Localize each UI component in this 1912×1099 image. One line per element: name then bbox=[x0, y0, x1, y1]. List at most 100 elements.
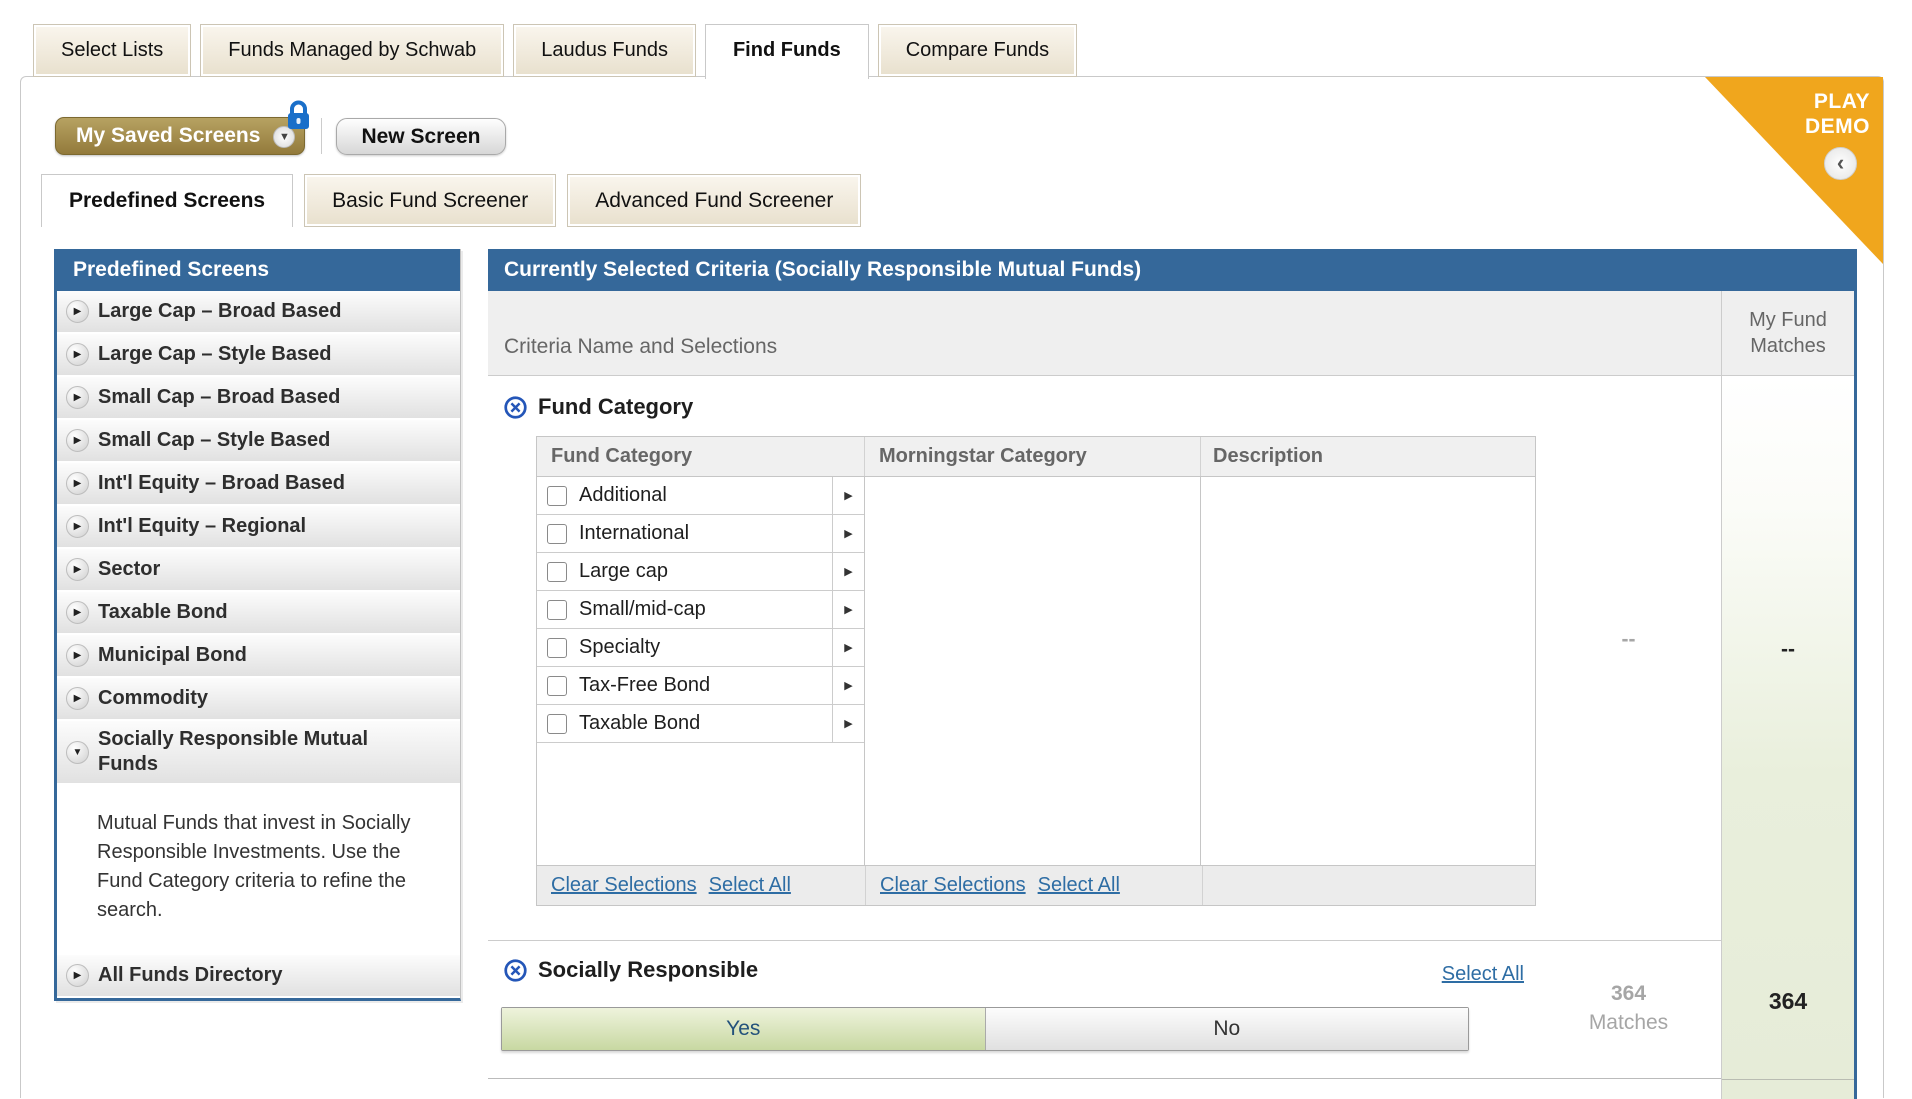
play-demo-banner: PLAY DEMO ‹ bbox=[1705, 77, 1883, 264]
criteria-panel-title: Currently Selected Criteria (Socially Re… bbox=[488, 249, 1854, 291]
expand-arrow-icon[interactable]: ▶ bbox=[66, 472, 89, 495]
expand-arrow-icon[interactable]: ▶ bbox=[66, 300, 89, 323]
option-label: Specialty bbox=[579, 636, 660, 659]
expand-row-arrow-icon[interactable]: ▶ bbox=[832, 705, 864, 742]
expand-row-arrow-icon[interactable]: ▶ bbox=[832, 515, 864, 552]
expand-row-arrow-icon[interactable]: ▶ bbox=[832, 667, 864, 704]
expand-arrow-icon[interactable]: ▶ bbox=[66, 515, 89, 538]
fund-category-options: Additional ▶ International ▶ Large cap bbox=[537, 477, 864, 865]
new-screen-button[interactable]: New Screen bbox=[336, 118, 505, 155]
my-saved-screens-button[interactable]: My Saved Screens ▼ bbox=[55, 117, 305, 155]
my-fund-matches-header: My Fund Matches bbox=[1722, 291, 1854, 376]
select-all-link[interactable]: Select All bbox=[709, 874, 791, 896]
sidebar-item-label: Int'l Equity – Broad Based bbox=[98, 471, 345, 496]
criteria-column-header: Criteria Name and Selections bbox=[488, 291, 1721, 376]
matches-word: Matches bbox=[1589, 1011, 1668, 1034]
socially-responsible-toggle: Yes No bbox=[501, 1007, 1469, 1051]
fund-category-matches-preview: -- bbox=[1536, 628, 1721, 652]
yes-option[interactable]: Yes bbox=[502, 1008, 985, 1050]
sidebar-item-label: Large Cap – Broad Based bbox=[98, 299, 341, 324]
expand-row-arrow-icon[interactable]: ▶ bbox=[832, 591, 864, 628]
sidebar-item-taxable-bond[interactable]: ▶ Taxable Bond bbox=[57, 592, 460, 635]
option-row-large-cap: Large cap ▶ bbox=[537, 553, 864, 591]
my-fund-matches-values: -- 364 bbox=[1722, 376, 1854, 1099]
sidebar-item-large-cap-style[interactable]: ▶ Large Cap – Style Based bbox=[57, 334, 460, 377]
expand-row-arrow-icon[interactable]: ▶ bbox=[832, 553, 864, 590]
primary-tab-bar: Select Lists Funds Managed by Schwab Lau… bbox=[33, 24, 1077, 79]
expand-arrow-icon[interactable]: ▶ bbox=[66, 644, 89, 667]
select-all-link[interactable]: Select All bbox=[1038, 874, 1120, 897]
expand-arrow-icon[interactable]: ▶ bbox=[66, 343, 89, 366]
socially-responsible-matches-preview: 364 Matches bbox=[1536, 979, 1721, 1037]
morningstar-category-column bbox=[864, 477, 1200, 865]
sidebar-title: Predefined Screens bbox=[57, 249, 460, 291]
checkbox-tax-free-bond[interactable] bbox=[547, 676, 567, 696]
sidebar-item-label: Taxable Bond bbox=[98, 600, 228, 625]
option-label: Taxable Bond bbox=[579, 712, 700, 735]
tab-predefined-screens[interactable]: Predefined Screens bbox=[41, 174, 293, 227]
tab-select-lists[interactable]: Select Lists bbox=[33, 24, 191, 77]
fund-category-heading: Fund Category bbox=[503, 394, 693, 420]
tab-find-funds[interactable]: Find Funds bbox=[705, 24, 869, 79]
fund-category-table-header: Fund Category Morningstar Category Descr… bbox=[537, 437, 1535, 477]
remove-criteria-icon[interactable] bbox=[503, 958, 528, 983]
sidebar-item-commodity[interactable]: ▶ Commodity bbox=[57, 678, 460, 721]
col-header-fund-category: Fund Category bbox=[537, 437, 864, 476]
option-row-tax-free-bond: Tax-Free Bond ▶ bbox=[537, 667, 864, 705]
no-option[interactable]: No bbox=[985, 1008, 1469, 1050]
expand-row-arrow-icon[interactable]: ▶ bbox=[832, 477, 864, 514]
expand-arrow-icon[interactable]: ▶ bbox=[66, 429, 89, 452]
expand-arrow-icon[interactable]: ▶ bbox=[66, 687, 89, 710]
sidebar-item-all-funds-directory[interactable]: ▶ All Funds Directory bbox=[57, 955, 460, 998]
sidebar-item-label: All Funds Directory bbox=[98, 963, 282, 988]
chevron-left-icon: ‹ bbox=[1837, 150, 1844, 175]
tab-laudus-funds[interactable]: Laudus Funds bbox=[513, 24, 696, 77]
fund-category-section: Fund Category Fund Category Morningstar … bbox=[488, 376, 1721, 941]
sidebar-item-label: Small Cap – Broad Based bbox=[98, 385, 340, 410]
expand-arrow-icon[interactable]: ▶ bbox=[66, 386, 89, 409]
select-all-link[interactable]: Select All bbox=[1442, 963, 1524, 986]
checkbox-additional[interactable] bbox=[547, 486, 567, 506]
option-row-small-mid-cap: Small/mid-cap ▶ bbox=[537, 591, 864, 629]
criteria-body: Fund Category Fund Category Morningstar … bbox=[488, 376, 1721, 1099]
sidebar-item-description: Mutual Funds that invest in Socially Res… bbox=[57, 785, 456, 955]
tab-funds-managed-by-schwab[interactable]: Funds Managed by Schwab bbox=[200, 24, 504, 77]
socially-responsible-heading: Socially Responsible bbox=[503, 957, 758, 983]
socially-responsible-title: Socially Responsible bbox=[538, 957, 758, 983]
tab-compare-funds[interactable]: Compare Funds bbox=[878, 24, 1077, 77]
remove-criteria-icon[interactable] bbox=[503, 395, 528, 420]
checkbox-specialty[interactable] bbox=[547, 638, 567, 658]
sidebar-item-small-cap-style[interactable]: ▶ Small Cap – Style Based bbox=[57, 420, 460, 463]
tab-basic-fund-screener[interactable]: Basic Fund Screener bbox=[304, 174, 556, 227]
play-demo-button[interactable]: ‹ bbox=[1824, 147, 1857, 180]
toolbar-divider bbox=[321, 118, 322, 154]
option-label: Small/mid-cap bbox=[579, 598, 706, 621]
checkbox-taxable-bond[interactable] bbox=[547, 714, 567, 734]
selected-criteria-panel: Currently Selected Criteria (Socially Re… bbox=[488, 249, 1857, 1099]
checkbox-international[interactable] bbox=[547, 524, 567, 544]
option-row-international: International ▶ bbox=[537, 515, 864, 553]
lock-icon bbox=[285, 100, 312, 143]
sidebar-item-intl-equity-broad[interactable]: ▶ Int'l Equity – Broad Based bbox=[57, 463, 460, 506]
sidebar-item-label: Socially Responsible Mutual Funds bbox=[98, 727, 428, 777]
expand-arrow-icon[interactable]: ▶ bbox=[66, 964, 89, 987]
sidebar-item-small-cap-broad[interactable]: ▶ Small Cap – Broad Based bbox=[57, 377, 460, 420]
tab-advanced-fund-screener[interactable]: Advanced Fund Screener bbox=[567, 174, 861, 227]
sidebar-item-socially-responsible[interactable]: ▼ Socially Responsible Mutual Funds bbox=[57, 721, 460, 785]
sidebar-item-large-cap-broad[interactable]: ▶ Large Cap – Broad Based bbox=[57, 291, 460, 334]
checkbox-small-mid-cap[interactable] bbox=[547, 600, 567, 620]
play-demo-label: PLAY DEMO bbox=[1805, 89, 1870, 139]
sidebar-item-municipal-bond[interactable]: ▶ Municipal Bond bbox=[57, 635, 460, 678]
section-divider bbox=[1722, 1079, 1854, 1080]
my-saved-screens-label: My Saved Screens bbox=[76, 124, 260, 147]
checkbox-large-cap[interactable] bbox=[547, 562, 567, 582]
sidebar-item-intl-equity-regional[interactable]: ▶ Int'l Equity – Regional bbox=[57, 506, 460, 549]
expand-arrow-icon[interactable]: ▶ bbox=[66, 601, 89, 624]
socially-responsible-section: Socially Responsible Select All Yes No 3… bbox=[488, 941, 1721, 1079]
expand-arrow-icon[interactable]: ▶ bbox=[66, 558, 89, 581]
sidebar-item-sector[interactable]: ▶ Sector bbox=[57, 549, 460, 592]
collapse-arrow-icon[interactable]: ▼ bbox=[66, 741, 89, 764]
clear-selections-link[interactable]: Clear Selections bbox=[551, 874, 697, 896]
clear-selections-link[interactable]: Clear Selections bbox=[880, 874, 1026, 897]
expand-row-arrow-icon[interactable]: ▶ bbox=[832, 629, 864, 666]
